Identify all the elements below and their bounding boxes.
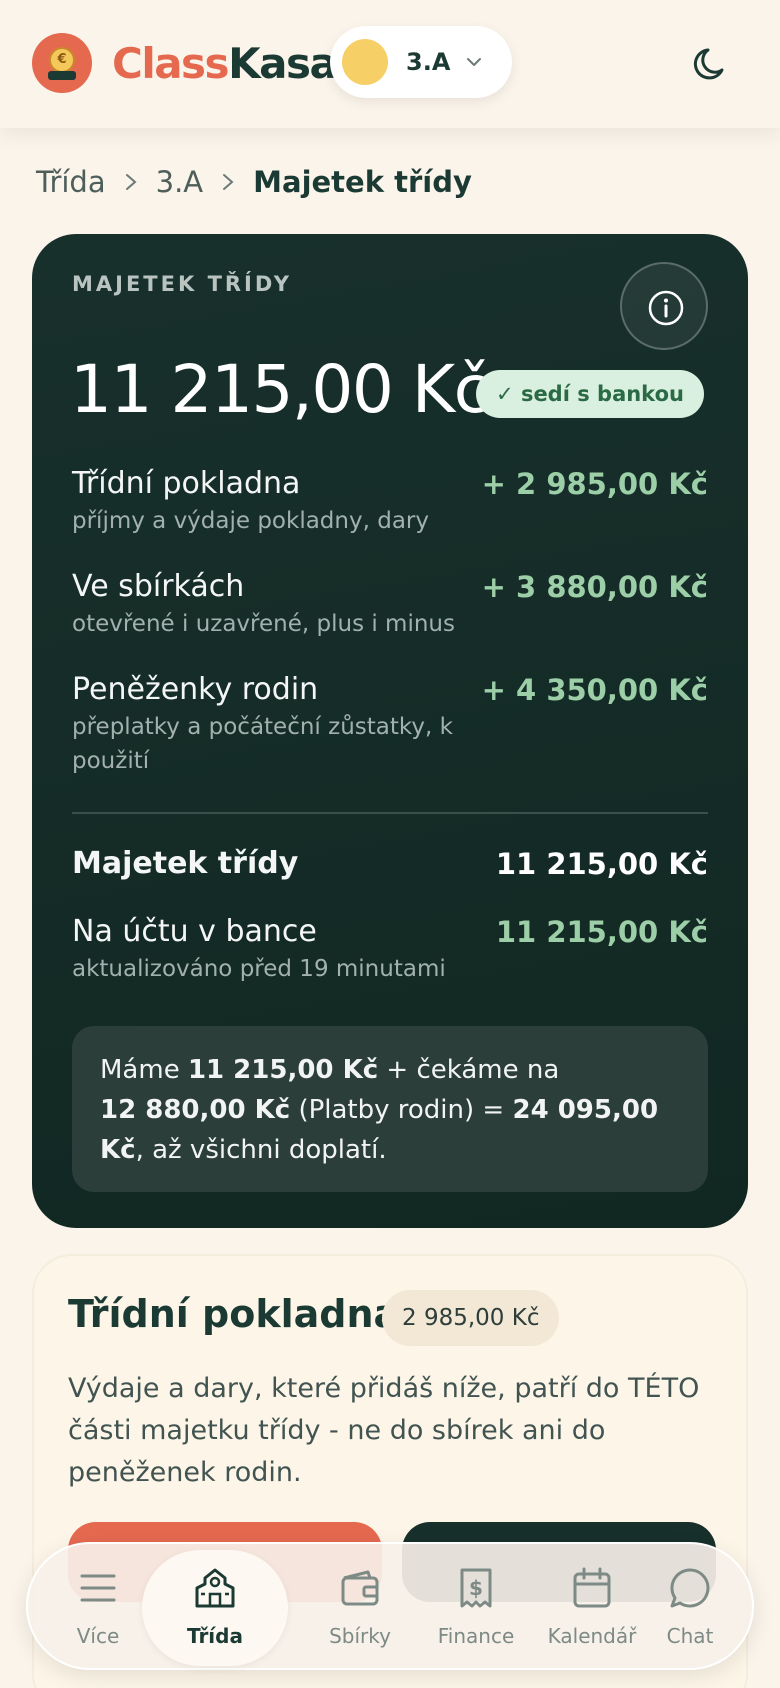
asset-row-collections: Ve sbírkách otevřené i uzavřené, plus i … bbox=[72, 569, 708, 637]
chevron-down-icon bbox=[467, 58, 481, 66]
divider bbox=[72, 812, 708, 814]
register-sum-badge: 2 985,00 Kč bbox=[382, 1290, 560, 1346]
nav-item-class[interactable]: Třída bbox=[142, 1550, 288, 1666]
class-avatar bbox=[342, 39, 388, 85]
logo-icon: € bbox=[32, 33, 92, 93]
card-caption: MAJETEK TŘÍDY bbox=[72, 272, 292, 296]
brand-name: ClassKasa bbox=[112, 39, 338, 88]
asset-row-family-wallets: Peněženky rodin přeplatky a počáteční zů… bbox=[72, 672, 708, 774]
svg-text:$: $ bbox=[469, 1576, 483, 1600]
bank-match-badge: ✓ sedí s bankou bbox=[476, 370, 704, 418]
asset-row-amount: + 3 880,00 Kč bbox=[481, 570, 708, 604]
asset-row-amount: + 2 985,00 Kč bbox=[481, 467, 708, 501]
app-header: € ClassKasa 3.A bbox=[0, 0, 780, 128]
total-assets-value: 11 215,00 Kč bbox=[70, 351, 490, 428]
chevron-right-icon bbox=[223, 174, 234, 190]
class-selector-label: 3.A bbox=[406, 48, 451, 76]
receipt-icon: $ bbox=[460, 1568, 492, 1608]
register-description: Výdaje a dary, které přidáš níže, patří … bbox=[68, 1373, 700, 1488]
section-title: Třídní pokladna bbox=[68, 1292, 400, 1336]
asset-total-row: Majetek třídy 11 215,00 Kč bbox=[72, 846, 708, 881]
wallet-icon bbox=[341, 1570, 379, 1606]
asset-row-register: Třídní pokladna příjmy a výdaje pokladny… bbox=[72, 466, 708, 534]
class-selector[interactable]: 3.A bbox=[330, 26, 512, 98]
nav-item-chat[interactable]: Chat bbox=[632, 1544, 748, 1672]
breadcrumb-item-class[interactable]: 3.A bbox=[156, 165, 204, 199]
chevron-right-icon bbox=[125, 174, 137, 190]
calendar-icon bbox=[573, 1567, 611, 1608]
info-icon bbox=[648, 290, 684, 326]
expected-total-note: Máme 11 215,00 Kč + čekáme na 12 880,00 … bbox=[72, 1026, 708, 1192]
info-button[interactable] bbox=[620, 262, 708, 350]
nav-item-finance[interactable]: $ Finance bbox=[418, 1544, 534, 1672]
chat-icon bbox=[670, 1568, 710, 1608]
breadcrumb: Třída 3.A Majetek třídy bbox=[36, 160, 472, 204]
nav-item-more[interactable]: Více bbox=[40, 1544, 156, 1672]
school-icon bbox=[195, 1568, 235, 1608]
breadcrumb-current: Majetek třídy bbox=[253, 165, 472, 199]
bottom-navigation: Více Třída Sbírky $ Finance Kalendář Cha… bbox=[26, 1542, 754, 1670]
class-assets-card: MAJETEK TŘÍDY 11 215,00 Kč ✓ sedí s bank… bbox=[32, 234, 748, 1228]
nav-item-collections[interactable]: Sbírky bbox=[302, 1544, 418, 1672]
bank-balance-row: Na účtu v bance aktualizováno před 19 mi… bbox=[72, 914, 708, 982]
asset-row-amount: + 4 350,00 Kč bbox=[481, 673, 708, 707]
coin-icon: € bbox=[49, 47, 75, 73]
dark-mode-toggle-icon[interactable] bbox=[688, 40, 736, 88]
breadcrumb-item-trida[interactable]: Třída bbox=[36, 165, 106, 199]
menu-icon bbox=[80, 1574, 116, 1602]
